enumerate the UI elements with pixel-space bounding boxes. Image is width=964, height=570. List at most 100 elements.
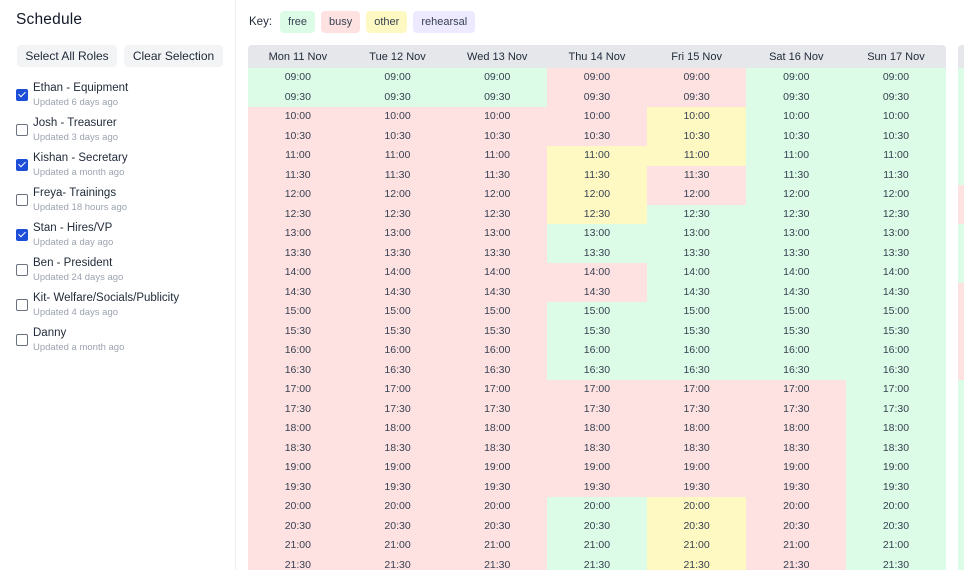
- time-slot-free[interactable]: 15:30: [846, 321, 946, 341]
- role-checkbox[interactable]: [16, 299, 28, 311]
- time-slot-busy[interactable]: 18:30: [447, 438, 548, 458]
- time-slot-free[interactable]: 10:00: [746, 107, 847, 127]
- time-slot-free[interactable]: 21:00: [846, 536, 946, 556]
- time-slot-busy[interactable]: 16:30: [248, 360, 348, 380]
- time-slot-busy[interactable]: 11:00: [347, 146, 448, 166]
- role-item[interactable]: Josh - Treasurer Updated 3 days ago: [16, 116, 231, 151]
- role-name[interactable]: Kit- Welfare/Socials/Publicity: [33, 292, 179, 304]
- time-slot-busy[interactable]: 13:00: [447, 224, 548, 244]
- role-name[interactable]: Freya- Trainings: [33, 187, 116, 199]
- time-slot-free[interactable]: 18:00: [846, 419, 946, 439]
- time-slot-busy[interactable]: 17:00: [248, 380, 348, 400]
- role-name[interactable]: Danny: [33, 327, 66, 339]
- time-slot-busy[interactable]: 09:30: [547, 87, 647, 107]
- time-slot-busy[interactable]: 19:00: [248, 458, 348, 478]
- time-slot-other[interactable]: 10:00: [646, 107, 747, 127]
- time-slot-free[interactable]: 09:30: [248, 87, 348, 107]
- role-name[interactable]: Ethan - Equipment: [33, 82, 128, 94]
- time-slot-free[interactable]: 20:30: [846, 516, 946, 536]
- time-slot-busy[interactable]: 16:00: [248, 341, 348, 361]
- clear-selection-button[interactable]: Clear Selection: [124, 45, 223, 67]
- time-slot-free[interactable]: 09:00: [447, 68, 548, 88]
- time-slot-free[interactable]: 21:30: [846, 555, 946, 570]
- time-slot-busy[interactable]: 18:00: [248, 419, 348, 439]
- time-slot-other[interactable]: 12:00: [547, 185, 647, 205]
- time-slot-free[interactable]: 09:30: [746, 87, 847, 107]
- time-slot-busy[interactable]: 19:30: [646, 477, 747, 497]
- time-slot-busy[interactable]: [958, 204, 964, 224]
- time-slot-free[interactable]: 11:00: [746, 146, 847, 166]
- time-slot-busy[interactable]: 10:00: [347, 107, 448, 127]
- time-slot-free[interactable]: [958, 165, 964, 185]
- time-slot-free[interactable]: 14:00: [746, 263, 847, 283]
- time-slot-busy[interactable]: 17:00: [447, 380, 548, 400]
- time-slot-busy[interactable]: 19:30: [347, 477, 448, 497]
- time-slot-busy[interactable]: 18:30: [547, 438, 647, 458]
- time-slot-free[interactable]: [958, 438, 964, 458]
- time-slot-free[interactable]: 09:30: [347, 87, 448, 107]
- time-slot-free[interactable]: 14:30: [846, 282, 946, 302]
- time-slot-busy[interactable]: 20:00: [746, 497, 847, 517]
- time-slot-free[interactable]: 16:30: [746, 360, 847, 380]
- time-slot-busy[interactable]: 12:00: [248, 185, 348, 205]
- time-slot-free[interactable]: 12:30: [746, 204, 847, 224]
- time-slot-free[interactable]: [958, 419, 964, 439]
- time-slot-busy[interactable]: 21:30: [347, 555, 448, 570]
- time-slot-free[interactable]: [958, 263, 964, 283]
- time-slot-busy[interactable]: 19:00: [347, 458, 448, 478]
- time-slot-other[interactable]: 21:00: [646, 536, 747, 556]
- role-item[interactable]: Kishan - Secretary Updated a month ago: [16, 151, 231, 186]
- time-slot-free[interactable]: 13:00: [746, 224, 847, 244]
- time-slot-busy[interactable]: 17:30: [447, 399, 548, 419]
- time-slot-free[interactable]: 15:30: [746, 321, 847, 341]
- time-slot-other[interactable]: 21:30: [646, 555, 747, 570]
- time-slot-busy[interactable]: [958, 360, 964, 380]
- role-checkbox[interactable]: [16, 334, 28, 346]
- time-slot-busy[interactable]: 19:00: [746, 458, 847, 478]
- select-all-roles-button[interactable]: Select All Roles: [17, 45, 117, 67]
- time-slot-free[interactable]: 15:00: [746, 302, 847, 322]
- time-slot-busy[interactable]: 21:30: [248, 555, 348, 570]
- time-slot-busy[interactable]: 15:30: [347, 321, 448, 341]
- time-slot-free[interactable]: 17:30: [846, 399, 946, 419]
- time-slot-free[interactable]: 14:30: [646, 282, 747, 302]
- time-slot-busy[interactable]: 14:00: [248, 263, 348, 283]
- time-slot-free[interactable]: 12:00: [746, 185, 847, 205]
- time-slot-free[interactable]: 15:30: [646, 321, 747, 341]
- time-slot-busy[interactable]: 09:00: [646, 68, 747, 88]
- time-slot-free[interactable]: 13:00: [547, 224, 647, 244]
- time-slot-busy[interactable]: [958, 185, 964, 205]
- time-slot-free[interactable]: 12:30: [646, 204, 747, 224]
- time-slot-busy[interactable]: 18:00: [347, 419, 448, 439]
- time-slot-free[interactable]: 11:30: [846, 165, 946, 185]
- time-slot-busy[interactable]: 17:30: [547, 399, 647, 419]
- time-slot-busy[interactable]: 13:30: [447, 243, 548, 263]
- time-slot-free[interactable]: 14:30: [746, 282, 847, 302]
- time-slot-busy[interactable]: 15:00: [248, 302, 348, 322]
- time-slot-busy[interactable]: [958, 302, 964, 322]
- time-slot-free[interactable]: 10:30: [746, 126, 847, 146]
- time-slot-free[interactable]: 16:00: [746, 341, 847, 361]
- time-slot-busy[interactable]: 10:30: [248, 126, 348, 146]
- time-slot-free[interactable]: [958, 536, 964, 556]
- time-slot-free[interactable]: 15:00: [646, 302, 747, 322]
- time-slot-busy[interactable]: [958, 282, 964, 302]
- role-checkbox[interactable]: [16, 194, 28, 206]
- time-slot-free[interactable]: 21:30: [547, 555, 647, 570]
- time-slot-busy[interactable]: 21:00: [447, 536, 548, 556]
- time-slot-busy[interactable]: 19:30: [447, 477, 548, 497]
- time-slot-busy[interactable]: 19:00: [547, 458, 647, 478]
- time-slot-busy[interactable]: 14:30: [447, 282, 548, 302]
- time-slot-free[interactable]: 16:30: [547, 360, 647, 380]
- time-slot-busy[interactable]: 10:00: [447, 107, 548, 127]
- time-slot-free[interactable]: 13:30: [646, 243, 747, 263]
- time-slot-busy[interactable]: 17:30: [646, 399, 747, 419]
- time-slot-busy[interactable]: 13:00: [347, 224, 448, 244]
- time-slot-busy[interactable]: 14:00: [547, 263, 647, 283]
- time-slot-busy[interactable]: 09:00: [547, 68, 647, 88]
- time-slot-busy[interactable]: 20:30: [447, 516, 548, 536]
- time-slot-busy[interactable]: 12:00: [447, 185, 548, 205]
- time-slot-other[interactable]: 11:00: [547, 146, 647, 166]
- time-slot-busy[interactable]: 16:00: [347, 341, 448, 361]
- time-slot-free[interactable]: [958, 146, 964, 166]
